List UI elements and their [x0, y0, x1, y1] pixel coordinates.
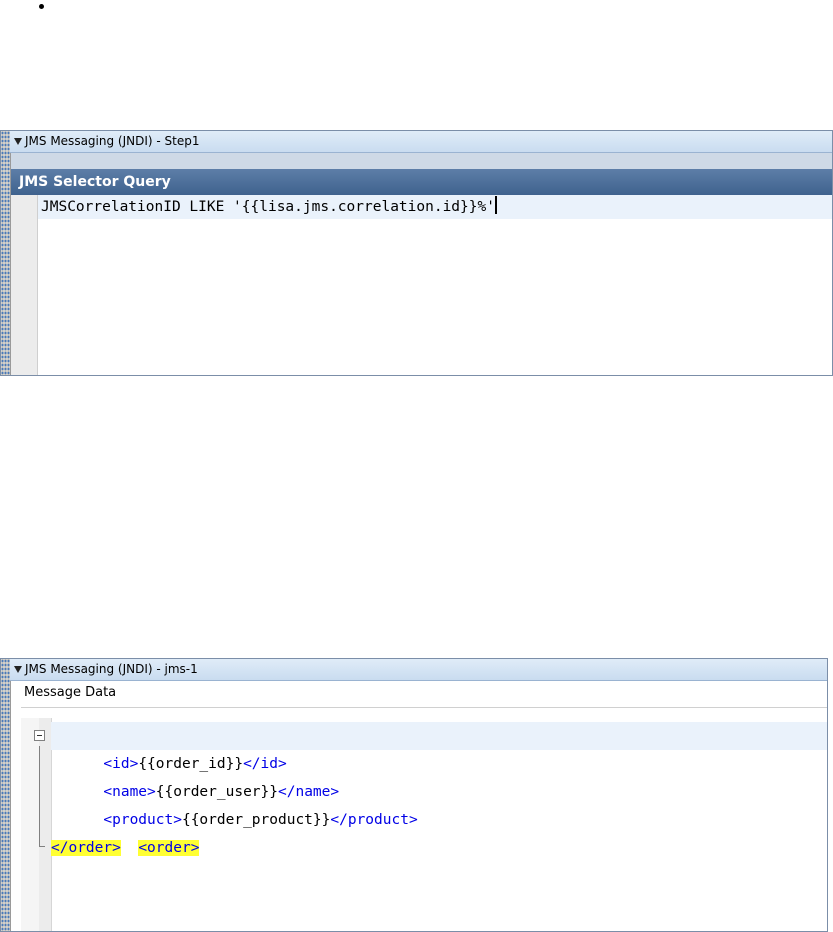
- panel-title-bar[interactable]: JMS Messaging (JNDI) - Step1: [10, 131, 832, 153]
- query-text: JMSCorrelationID LIKE '{{lisa.jms.correl…: [41, 199, 495, 215]
- code-line[interactable]: </order>: [51, 834, 827, 862]
- selector-query-editor[interactable]: JMSCorrelationID LIKE '{{lisa.jms.correl…: [38, 195, 832, 375]
- bullet-point: [39, 4, 44, 9]
- panel-title: JMS Messaging (JNDI) - Step1: [25, 134, 200, 148]
- xml-value: {{order_user}}: [155, 784, 278, 800]
- editor-gutter: [11, 195, 38, 375]
- message-data-editor[interactable]: <order> <id>{{order_id}}</id> <name>{{or…: [21, 707, 827, 931]
- xml-tag: <id>: [103, 756, 139, 772]
- message-data-label: Message Data: [24, 685, 117, 700]
- code-line[interactable]: <name>{{order_user}}</name>: [51, 778, 827, 806]
- panel-title: JMS Messaging (JNDI) - jms-1: [25, 662, 198, 676]
- jms-1-panel: JMS Messaging (JNDI) - jms-1 Message Dat…: [0, 658, 828, 932]
- xml-tag: </order>: [51, 840, 121, 856]
- editor-current-line[interactable]: JMSCorrelationID LIKE '{{lisa.jms.correl…: [38, 195, 832, 219]
- panel-subheader-strip: [11, 153, 832, 169]
- panel-body: Message Data <order> <id>{{order_id}}</i…: [11, 681, 827, 931]
- collapse-triangle-icon[interactable]: [14, 138, 22, 145]
- xml-code[interactable]: <order> <id>{{order_id}}</id> <name>{{or…: [34, 722, 827, 862]
- collapse-triangle-icon[interactable]: [14, 666, 22, 673]
- panel-drag-handle[interactable]: [1, 659, 11, 931]
- fold-guide-end: [39, 846, 45, 847]
- xml-tag: </name>: [278, 784, 340, 800]
- xml-tag: <name>: [103, 784, 156, 800]
- editor-margin: [21, 718, 39, 931]
- fold-guide-line: [39, 746, 40, 847]
- xml-value: {{order_id}}: [138, 756, 244, 772]
- section-header: JMS Selector Query: [11, 169, 832, 195]
- xml-tag: </id>: [243, 756, 287, 772]
- fold-minus-icon[interactable]: [34, 730, 45, 741]
- panel-title-bar[interactable]: JMS Messaging (JNDI) - jms-1: [10, 659, 827, 681]
- xml-tag: </product>: [330, 812, 418, 828]
- xml-tag: <product>: [103, 812, 182, 828]
- code-line[interactable]: <order>: [34, 722, 827, 856]
- code-line[interactable]: <id>{{order_id}}</id>: [51, 750, 827, 778]
- text-caret: [494, 196, 497, 214]
- xml-value: {{order_product}}: [181, 812, 331, 828]
- jms-step1-panel: JMS Messaging (JNDI) - Step1 JMS Selecto…: [0, 130, 833, 376]
- code-line[interactable]: <product>{{order_product}}</product>: [51, 806, 827, 834]
- panel-drag-handle[interactable]: [1, 131, 11, 375]
